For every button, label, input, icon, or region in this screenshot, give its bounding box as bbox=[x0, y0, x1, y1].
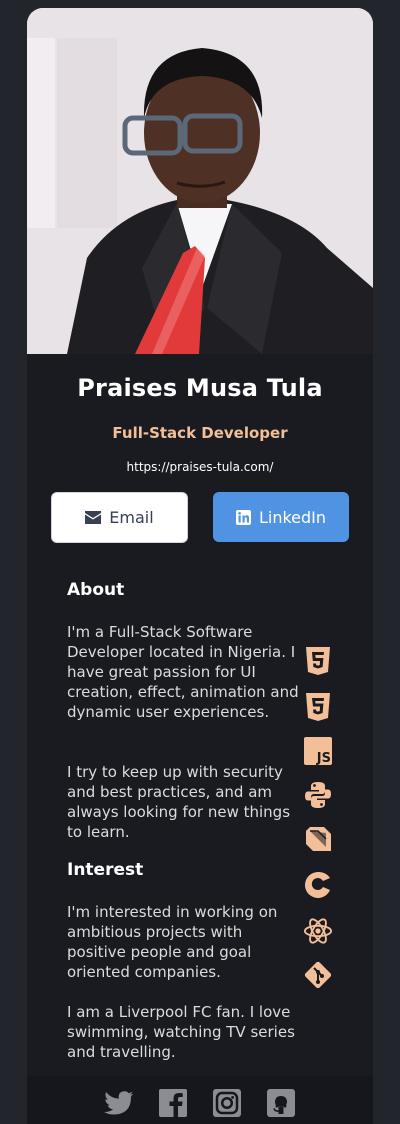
instagram-icon[interactable] bbox=[212, 1088, 242, 1118]
twitter-icon[interactable] bbox=[104, 1088, 134, 1118]
linkedin-icon bbox=[235, 509, 251, 525]
dart-icon bbox=[303, 824, 333, 854]
email-button-label: Email bbox=[109, 508, 154, 527]
c-icon bbox=[303, 870, 333, 900]
html5-icon bbox=[303, 646, 333, 676]
envelope-icon bbox=[85, 511, 102, 524]
python-icon bbox=[303, 780, 333, 810]
interest-heading: Interest bbox=[67, 860, 144, 880]
profile-name: Praises Musa Tula bbox=[77, 374, 323, 402]
react-icon bbox=[303, 916, 333, 946]
interest-paragraph-1: I'm interested in working on ambitious p… bbox=[67, 903, 278, 981]
github-icon[interactable] bbox=[266, 1088, 296, 1118]
linkedin-button-label: LinkedIn bbox=[258, 507, 327, 527]
javascript-icon: JS bbox=[303, 736, 333, 766]
profile-role: Full-Stack Developer bbox=[112, 424, 288, 442]
svg-text:JS: JS bbox=[316, 751, 331, 765]
linkedin-button[interactable]: LinkedIn bbox=[213, 492, 349, 542]
about-heading: About bbox=[67, 580, 125, 600]
css3-icon bbox=[303, 692, 333, 722]
interest-paragraph-2: I am a Liverpool FC fan. I love swimming… bbox=[67, 1003, 295, 1061]
git-icon bbox=[303, 960, 333, 990]
website-link[interactable]: https://praises-tula.com/ bbox=[27, 460, 373, 474]
about-paragraph-1: I'm a Full-Stack Software Developer loca… bbox=[67, 623, 299, 721]
profile-card: Praises Musa Tula Full-Stack Developer h… bbox=[27, 8, 373, 1124]
social-footer bbox=[27, 1076, 373, 1124]
profile-photo bbox=[27, 8, 373, 354]
about-paragraph-2: I try to keep up with security and best … bbox=[67, 763, 291, 841]
facebook-icon[interactable] bbox=[158, 1088, 188, 1118]
email-button[interactable]: Email bbox=[51, 492, 188, 543]
